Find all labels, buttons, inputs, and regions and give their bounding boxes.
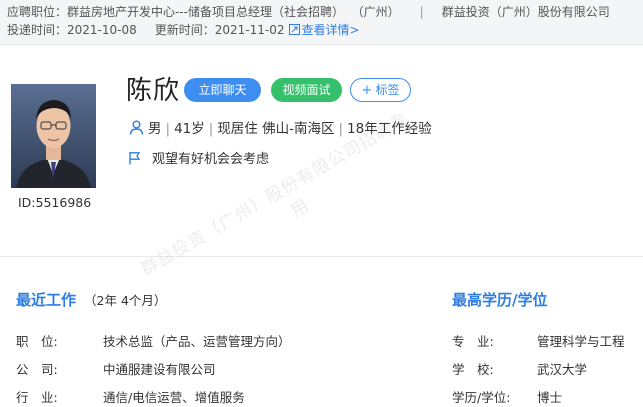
company-name: 群益投资（广州）股份有限公司	[441, 5, 610, 19]
edu-major-value: 管理科学与工程	[537, 334, 625, 349]
position-location: （广州）	[351, 5, 400, 19]
work-experience: 18年工作经验	[347, 121, 432, 137]
work-industry-value: 通信/电信运营、增值服务	[103, 390, 245, 405]
work-industry-label: 行 业:	[16, 390, 58, 405]
job-intent: 观望有好机会会考虑	[128, 148, 269, 167]
flag-icon	[129, 152, 141, 165]
job-intent-text: 观望有好机会会考虑	[152, 152, 270, 167]
recent-work-heading: 最近工作 （2年 4个月）	[16, 291, 167, 309]
submit-date: 2021-10-08	[67, 23, 137, 37]
work-position-label: 职 位:	[16, 334, 58, 349]
work-position-value: 技术总监（产品、运营管理方向）	[103, 334, 291, 349]
application-position-row: 应聘职位：群益房地产开发中心---储备项目总经理（社会招聘） （广州） | 群益投资…	[7, 3, 610, 20]
external-link-icon[interactable]	[288, 24, 300, 35]
candidate-name: 陈欣	[126, 76, 181, 106]
residence: 现居住 佛山-南海区	[217, 121, 335, 137]
candidate-photo	[11, 84, 96, 188]
add-tag-button[interactable]: + 标签	[350, 78, 411, 102]
application-dates-row: 投递时间：2021-10-08 更新时间：2021-11-02 查看详情>	[7, 21, 360, 38]
avatar	[11, 84, 96, 188]
header-separator: |	[419, 5, 424, 19]
position-label: 应聘职位：	[7, 5, 68, 19]
chat-now-button[interactable]: 立即聊天	[184, 78, 261, 102]
gender: 男	[148, 121, 162, 137]
update-label: 更新时间：	[154, 23, 215, 37]
edu-school-label: 学 校:	[452, 362, 494, 377]
work-duration: （2年 4个月）	[84, 293, 167, 308]
edu-school-value: 武汉大学	[537, 362, 588, 377]
view-details-link[interactable]: 查看详情>	[302, 23, 360, 37]
edu-degree-label: 学历/学位:	[452, 390, 511, 405]
person-icon	[129, 120, 144, 135]
work-company-label: 公 司:	[16, 362, 58, 377]
video-interview-button[interactable]: 视频面试	[271, 78, 342, 102]
age: 41岁	[174, 121, 205, 137]
update-date: 2021-11-02	[214, 23, 285, 37]
position-value[interactable]: 群益房地产开发中心---储备项目总经理（社会招聘）	[67, 5, 344, 19]
education-heading: 最高学历/学位	[452, 291, 548, 309]
candidate-basic-info: 男 | 41岁 | 现居住 佛山-南海区 | 18年工作经验	[129, 117, 432, 137]
section-divider	[0, 256, 643, 257]
watermark-text: 用	[287, 195, 314, 222]
work-company-value: 中通服建设有限公司	[103, 362, 216, 377]
edu-degree-value: 博士	[537, 390, 563, 405]
application-info-bar: 应聘职位：群益房地产开发中心---储备项目总经理（社会招聘） （广州） | 群益投资…	[0, 0, 643, 45]
edu-major-label: 专 业:	[452, 334, 494, 349]
plus-icon: +	[361, 83, 373, 98]
add-tag-label: 标签	[375, 83, 400, 97]
submit-label: 投递时间：	[7, 23, 68, 37]
candidate-id: ID:5516986	[18, 195, 92, 210]
